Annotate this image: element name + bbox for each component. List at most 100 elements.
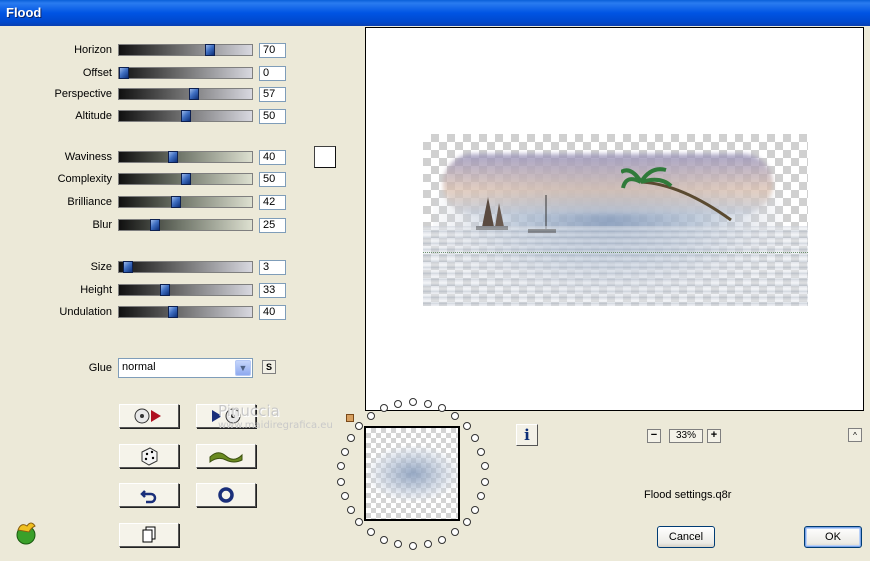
- settings-file-label: Flood settings.q8r: [644, 489, 732, 501]
- slider-value-input[interactable]: 25: [259, 218, 286, 233]
- slider-thumb[interactable]: [205, 44, 215, 56]
- slider-row-blur: Blur 25: [0, 218, 290, 234]
- ring-dot: [438, 536, 446, 544]
- ring-dot: [347, 434, 355, 442]
- slider-row-height: Height 33: [0, 283, 290, 299]
- slider-value-input[interactable]: 40: [259, 305, 286, 320]
- slider-track[interactable]: [118, 44, 253, 56]
- watermark-name: Pinuccia: [218, 402, 280, 420]
- slider-row-horizon: Horizon 70: [0, 43, 290, 59]
- slider-track[interactable]: [118, 67, 253, 79]
- ring-dot: [341, 448, 349, 456]
- ring-dot: [471, 506, 479, 514]
- slider-value-input[interactable]: 70: [259, 43, 286, 58]
- slider-row-size: Size 3: [0, 260, 290, 276]
- load-preset-button[interactable]: [119, 404, 179, 428]
- slider-track[interactable]: [118, 88, 253, 100]
- slider-label: Waviness: [64, 151, 112, 163]
- slider-value-input[interactable]: 0: [259, 66, 286, 81]
- slider-label: Horizon: [74, 44, 112, 56]
- undo-button[interactable]: [119, 483, 179, 507]
- wave-button[interactable]: [196, 444, 256, 468]
- slider-label: Undulation: [59, 306, 112, 318]
- slider-thumb[interactable]: [181, 110, 191, 122]
- dialog-body: Horizon 70 Offset 0 Perspective 57 Altitude 50 W…: [0, 26, 870, 561]
- ring-dot: [451, 412, 459, 420]
- zoom-in-button[interactable]: +: [707, 429, 721, 443]
- slider-value-input[interactable]: 42: [259, 195, 286, 210]
- ok-button[interactable]: OK: [804, 526, 862, 548]
- app-logo-icon: [16, 522, 36, 545]
- slider-value-input[interactable]: 50: [259, 172, 286, 187]
- randomize-button[interactable]: [119, 444, 179, 468]
- random-seed-button[interactable]: S: [262, 360, 276, 374]
- navigator-thumbnail[interactable]: [364, 426, 460, 521]
- cancel-button[interactable]: Cancel: [657, 526, 715, 548]
- preview-image: [423, 134, 808, 306]
- info-button[interactable]: i: [516, 424, 538, 446]
- ring-anchor-handle[interactable]: [346, 414, 354, 422]
- undo-icon: [140, 490, 157, 504]
- slider-track[interactable]: [118, 110, 253, 122]
- watermark-site: www.maidiregrafica.eu: [218, 420, 333, 431]
- slider-thumb[interactable]: [181, 173, 191, 185]
- slider-track[interactable]: [118, 173, 253, 185]
- slider-track[interactable]: [118, 219, 253, 231]
- slider-thumb[interactable]: [123, 261, 133, 273]
- ring-dot: [477, 448, 485, 456]
- palm-tree-icon: [621, 167, 732, 222]
- ring-dot: [380, 536, 388, 544]
- dice-icon: [141, 447, 158, 466]
- scene-sea: [423, 226, 808, 306]
- ring-dot: [337, 462, 345, 470]
- thumbnail-image: [368, 446, 458, 501]
- cd-arrow-left-icon: [134, 408, 161, 424]
- info-icon: i: [524, 426, 530, 444]
- collapse-button[interactable]: ^: [848, 428, 862, 442]
- slider-track[interactable]: [118, 196, 253, 208]
- slider-thumb[interactable]: [171, 196, 181, 208]
- slider-label: Size: [90, 261, 112, 273]
- slider-thumb[interactable]: [160, 284, 170, 296]
- glue-select[interactable]: normal ▼: [118, 358, 253, 378]
- slider-value-input[interactable]: 33: [259, 283, 286, 298]
- reset-button[interactable]: [196, 483, 256, 507]
- ring-dot: [438, 404, 446, 412]
- zoom-level: 33%: [669, 429, 703, 443]
- ring-dot: [463, 422, 471, 430]
- horizon-line[interactable]: [423, 252, 808, 253]
- slider-value-input[interactable]: 57: [259, 87, 286, 102]
- slider-track[interactable]: [118, 261, 253, 273]
- slider-track[interactable]: [118, 151, 253, 163]
- ring-dot: [481, 478, 489, 486]
- ring-dot: [394, 400, 402, 408]
- zoom-out-button[interactable]: −: [647, 429, 661, 443]
- slider-thumb[interactable]: [168, 151, 178, 163]
- ring-dot: [477, 492, 485, 500]
- ring-dot: [341, 492, 349, 500]
- slider-track[interactable]: [118, 306, 253, 318]
- window-title: Flood: [6, 5, 42, 20]
- glue-value: normal: [122, 361, 156, 373]
- slider-thumb[interactable]: [168, 306, 178, 318]
- slider-value-input[interactable]: 3: [259, 260, 286, 275]
- ring-dot: [355, 422, 363, 430]
- wave-icon: [209, 452, 243, 463]
- color-swatch[interactable]: [314, 146, 336, 168]
- ring-dot: [347, 506, 355, 514]
- chevron-down-icon[interactable]: ▼: [235, 360, 251, 376]
- preview-canvas[interactable]: [365, 27, 864, 411]
- copy-button[interactable]: [119, 523, 179, 547]
- slider-value-input[interactable]: 40: [259, 150, 286, 165]
- slider-value-input[interactable]: 50: [259, 109, 286, 124]
- slider-track[interactable]: [118, 284, 253, 296]
- slider-label: Blur: [92, 219, 112, 231]
- slider-thumb[interactable]: [189, 88, 199, 100]
- ring-dot: [424, 540, 432, 548]
- ring-dot: [409, 398, 417, 406]
- slider-thumb[interactable]: [119, 67, 129, 79]
- slider-label: Height: [80, 284, 112, 296]
- slider-row-brilliance: Brilliance 42: [0, 195, 290, 211]
- slider-thumb[interactable]: [150, 219, 160, 231]
- ring-dot: [451, 528, 459, 536]
